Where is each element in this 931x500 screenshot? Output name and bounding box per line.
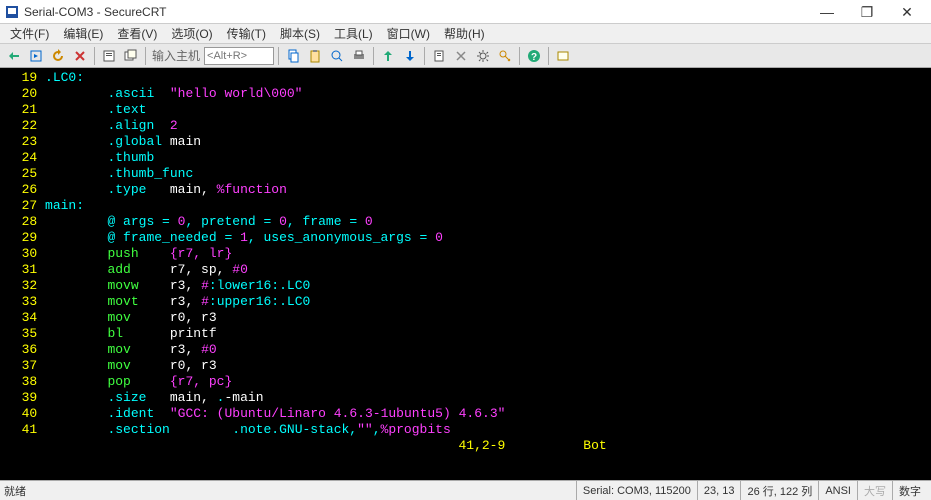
toolbar-sep xyxy=(548,47,549,65)
toolbar-sep xyxy=(145,47,146,65)
key-icon[interactable] xyxy=(495,46,515,66)
terminal-view[interactable]: 19 .LC0: 20 .ascii "hello world\000" 21 … xyxy=(0,68,931,480)
status-cursor-pos: 23, 13 xyxy=(697,481,741,500)
code-line: 37 mov r0, r3 xyxy=(6,358,925,374)
menu-view[interactable]: 查看(V) xyxy=(111,24,163,44)
code-line: 32 movw r3, #:lower16:.LC0 xyxy=(6,278,925,294)
toolbar-sep xyxy=(373,47,374,65)
paste-icon[interactable] xyxy=(305,46,325,66)
code-line: 29 @ frame_needed = 1, uses_anonymous_ar… xyxy=(6,230,925,246)
code-line: 23 .global main xyxy=(6,134,925,150)
minimize-button[interactable]: — xyxy=(807,1,847,23)
reconnect-icon[interactable] xyxy=(48,46,68,66)
transfer-up-icon[interactable] xyxy=(378,46,398,66)
code-line: 41 .section .note.GNU-stack,"",%progbits xyxy=(6,422,925,438)
menu-options[interactable]: 选项(O) xyxy=(165,24,218,44)
menu-help[interactable]: 帮助(H) xyxy=(438,24,491,44)
status-connection: Serial: COM3, 115200 xyxy=(576,481,697,500)
code-line: 25 .thumb_func xyxy=(6,166,925,182)
code-line: 38 pop {r7, pc} xyxy=(6,374,925,390)
help-icon[interactable]: ? xyxy=(524,46,544,66)
menu-window[interactable]: 窗口(W) xyxy=(381,24,436,44)
code-line: 36 mov r3, #0 xyxy=(6,342,925,358)
status-num: 数字 xyxy=(892,481,927,500)
vim-status-line: 41,2-9 Bot xyxy=(6,438,925,454)
titlebar: Serial-COM3 - SecureCRT — ❐ ✕ xyxy=(0,0,931,24)
toolbar-sep xyxy=(278,47,279,65)
disconnect-icon[interactable] xyxy=(70,46,90,66)
menu-edit[interactable]: 编辑(E) xyxy=(57,24,109,44)
code-line: 39 .size main, .-main xyxy=(6,390,925,406)
properties-icon[interactable] xyxy=(99,46,119,66)
restore-button[interactable]: ❐ xyxy=(847,1,887,23)
log-icon[interactable] xyxy=(429,46,449,66)
status-ready: 就绪 xyxy=(4,483,26,499)
host-label: 输入主机 xyxy=(150,47,202,64)
menu-transfer[interactable]: 传输(T) xyxy=(221,24,272,44)
connect-icon[interactable] xyxy=(4,46,24,66)
menu-tools[interactable]: 工具(L) xyxy=(328,24,379,44)
code-line: 31 add r7, sp, #0 xyxy=(6,262,925,278)
transfer-down-icon[interactable] xyxy=(400,46,420,66)
toolbar-extra-icon[interactable] xyxy=(553,46,573,66)
toolbar-sep xyxy=(424,47,425,65)
code-line: 21 .text xyxy=(6,102,925,118)
code-line: 30 push {r7, lr} xyxy=(6,246,925,262)
find-icon[interactable] xyxy=(327,46,347,66)
copy-icon[interactable] xyxy=(283,46,303,66)
app-icon xyxy=(4,4,20,20)
toolbar: 输入主机 ? xyxy=(0,44,931,68)
code-line: 27 main: xyxy=(6,198,925,214)
close-button[interactable]: ✕ xyxy=(887,1,927,23)
code-line: 24 .thumb xyxy=(6,150,925,166)
menubar: 文件(F) 编辑(E) 查看(V) 选项(O) 传输(T) 脚本(S) 工具(L… xyxy=(0,24,931,44)
toolbar-sep xyxy=(94,47,95,65)
status-caps: 大写 xyxy=(857,481,892,500)
menu-file[interactable]: 文件(F) xyxy=(4,24,55,44)
code-line: 26 .type main, %function xyxy=(6,182,925,198)
toolbar-sep xyxy=(519,47,520,65)
code-line: 33 movt r3, #:upper16:.LC0 xyxy=(6,294,925,310)
code-line: 35 bl printf xyxy=(6,326,925,342)
options-icon[interactable] xyxy=(473,46,493,66)
menu-script[interactable]: 脚本(S) xyxy=(274,24,326,44)
code-line: 40 .ident "GCC: (Ubuntu/Linaro 4.6.3-1ub… xyxy=(6,406,925,422)
code-line: 28 @ args = 0, pretend = 0, frame = 0 xyxy=(6,214,925,230)
window-title: Serial-COM3 - SecureCRT xyxy=(24,5,807,19)
sessions-icon[interactable] xyxy=(121,46,141,66)
code-line: 20 .ascii "hello world\000" xyxy=(6,86,925,102)
code-line: 19 .LC0: xyxy=(6,70,925,86)
quick-connect-icon[interactable] xyxy=(26,46,46,66)
statusbar: 就绪 Serial: COM3, 115200 23, 13 26 行, 122… xyxy=(0,480,931,500)
print-icon[interactable] xyxy=(349,46,369,66)
status-mode: ANSI xyxy=(818,481,857,500)
code-line: 34 mov r0, r3 xyxy=(6,310,925,326)
clear-icon[interactable] xyxy=(451,46,471,66)
host-input[interactable] xyxy=(204,47,274,65)
svg-text:?: ? xyxy=(531,52,537,63)
code-line: 22 .align 2 xyxy=(6,118,925,134)
status-size: 26 行, 122 列 xyxy=(740,481,818,500)
